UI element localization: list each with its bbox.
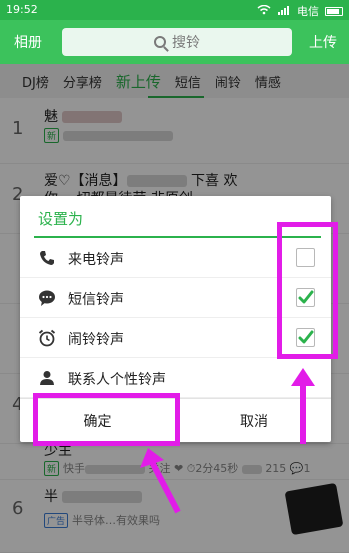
upload-button[interactable]: 上传	[309, 32, 337, 52]
option-label: 短信铃声	[68, 292, 124, 308]
search-input[interactable]: 搜铃	[62, 28, 292, 56]
option-contact-ringtone[interactable]: 联系人个性铃声	[20, 358, 331, 398]
phone-icon	[38, 249, 56, 267]
option-sms-ringtone[interactable]: 短信铃声	[20, 278, 331, 318]
alarm-icon	[38, 329, 56, 347]
message-icon	[38, 289, 56, 307]
option-label: 闹铃铃声	[68, 332, 124, 348]
signal-icon	[277, 5, 291, 18]
dialog-title: 设置为	[38, 210, 84, 228]
battery-icon	[325, 6, 343, 16]
search-icon	[154, 36, 166, 48]
top-bar: 相册 搜铃 上传	[0, 20, 349, 64]
option-label: 来电铃声	[68, 252, 124, 268]
status-bar: 19:52 电信	[0, 0, 349, 20]
option-checkbox-call[interactable]	[296, 248, 315, 267]
album-button[interactable]: 相册	[14, 32, 42, 52]
status-right: 电信	[257, 3, 343, 19]
option-checkbox-alarm[interactable]	[296, 328, 315, 347]
contact-icon	[38, 369, 56, 387]
set-as-dialog: 设置为 来电铃声 短信铃声 闹铃铃声 联系人个性铃声 确定 取消	[20, 196, 331, 443]
status-time: 19:52	[6, 3, 38, 16]
option-label: 联系人个性铃声	[68, 372, 166, 388]
wifi-icon	[257, 4, 271, 18]
search-placeholder: 搜铃	[172, 35, 200, 51]
cancel-button[interactable]: 取消	[176, 399, 331, 443]
option-checkbox-sms[interactable]	[296, 288, 315, 307]
confirm-button[interactable]: 确定	[20, 399, 175, 443]
dialog-button-row: 确定 取消	[20, 398, 331, 443]
option-alarm-ringtone[interactable]: 闹铃铃声	[20, 318, 331, 358]
floating-player-thumbnail[interactable]	[284, 482, 344, 536]
carrier-label: 电信	[297, 5, 319, 18]
option-call-ringtone[interactable]: 来电铃声	[20, 238, 331, 278]
